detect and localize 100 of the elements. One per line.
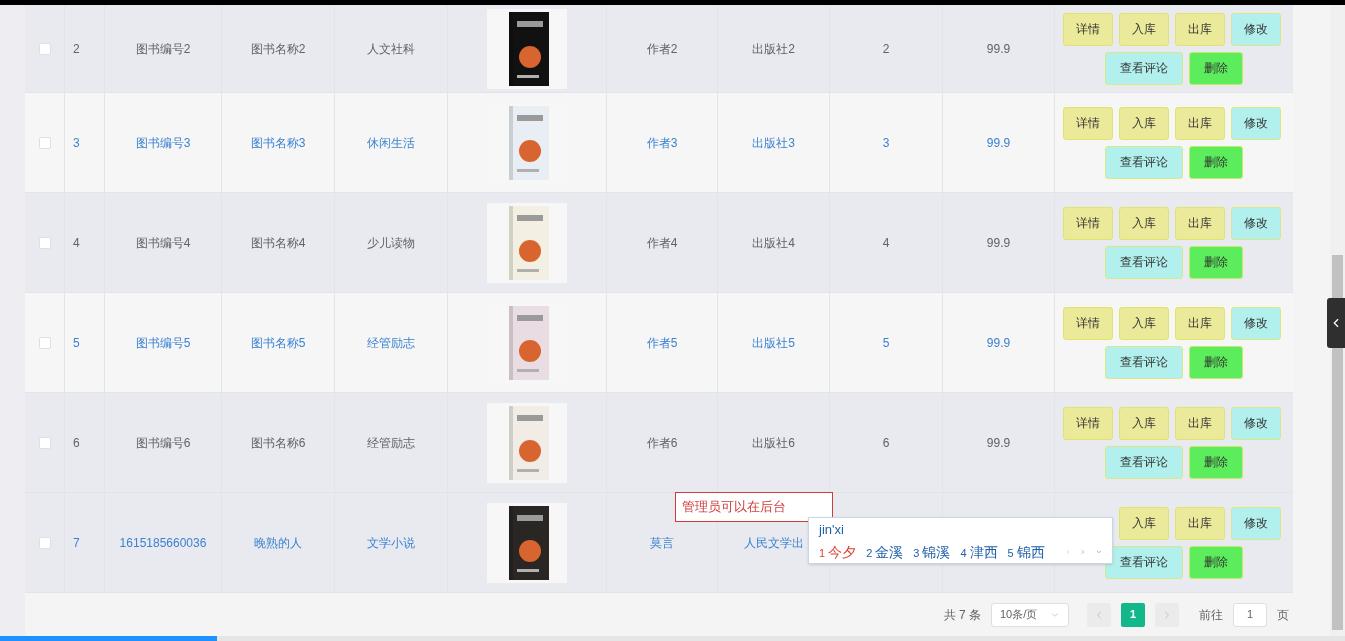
- ime-candidate[interactable]: 2 金溪: [866, 541, 904, 563]
- table-cell-text: 出版社6: [752, 434, 795, 452]
- table-cell-text: 人文社科: [367, 40, 415, 58]
- table-cell-text: 晚熟的人: [254, 534, 302, 552]
- table-cell-text: 6: [882, 434, 890, 452]
- table-cell-text: 3: [882, 134, 890, 152]
- table-cell-text: 图书名称3: [250, 134, 306, 152]
- row-checkbox[interactable]: [38, 42, 51, 55]
- table-cell-text: 2: [73, 40, 80, 58]
- action-button[interactable]: 修改: [1231, 506, 1281, 540]
- ime-candidate[interactable]: 1 今夕: [819, 541, 857, 563]
- action-button[interactable]: 查看评论: [1105, 545, 1183, 579]
- table-cell-text: 6: [73, 434, 80, 452]
- table-cell-text: 3: [73, 134, 80, 152]
- ime-candidate[interactable]: 4 津西: [960, 541, 998, 563]
- action-button[interactable]: 入库: [1119, 306, 1169, 340]
- action-button[interactable]: 修改: [1231, 12, 1281, 46]
- row-checkbox[interactable]: [38, 236, 51, 249]
- action-button[interactable]: 入库: [1119, 506, 1169, 540]
- table-cell-text: 莫言: [650, 534, 674, 552]
- action-button[interactable]: 删除: [1189, 245, 1243, 279]
- action-button[interactable]: 查看评论: [1105, 445, 1183, 479]
- table-cell-text: 经管励志: [367, 334, 415, 352]
- table-cell-text: 出版社4: [752, 234, 795, 252]
- table-cell-text: 5: [882, 334, 890, 352]
- action-button[interactable]: 删除: [1189, 345, 1243, 379]
- table-cell-text: 99.9: [986, 134, 1011, 152]
- row-checkbox[interactable]: [38, 136, 51, 149]
- collapse-tab[interactable]: [1327, 298, 1345, 348]
- action-button[interactable]: 详情: [1063, 206, 1113, 240]
- action-button[interactable]: 查看评论: [1105, 145, 1183, 179]
- table-cell-text: 图书名称5: [250, 334, 306, 352]
- goto-input[interactable]: 1: [1233, 602, 1267, 627]
- table-cell-text: 4: [73, 234, 80, 252]
- table-cell-text: 图书编号5: [135, 334, 191, 352]
- goto-label: 前往: [1199, 606, 1223, 624]
- table-cell-text: 2: [882, 40, 890, 58]
- ime-input-text: jin'xi: [819, 521, 844, 539]
- table-cell-text: 作者6: [646, 434, 678, 452]
- action-button[interactable]: 修改: [1231, 306, 1281, 340]
- action-button[interactable]: 出库: [1175, 406, 1225, 440]
- table-cell-text: 经管励志: [367, 434, 415, 452]
- table-cell-text: 出版社2: [752, 40, 795, 58]
- table-cell-text: 4: [882, 234, 890, 252]
- table-cell-text: 1615185660036: [119, 534, 207, 552]
- row-checkbox[interactable]: [38, 536, 51, 549]
- page-size-select[interactable]: 10条/页: [991, 602, 1069, 627]
- action-button[interactable]: 详情: [1063, 306, 1113, 340]
- table-cell-text: 作者2: [646, 40, 678, 58]
- table-cell-text: 图书编号2: [135, 40, 191, 58]
- table-cell-text: 人民文学出: [743, 534, 804, 552]
- table-cell-text: 图书名称6: [250, 434, 306, 452]
- row-checkbox[interactable]: [38, 436, 51, 449]
- action-button[interactable]: 入库: [1119, 106, 1169, 140]
- table-cell-text: 99.9: [986, 434, 1011, 452]
- action-button[interactable]: 出库: [1175, 12, 1225, 46]
- goto-suffix: 页: [1277, 606, 1289, 624]
- table-cell-text: 作者3: [646, 134, 678, 152]
- action-button[interactable]: 出库: [1175, 306, 1225, 340]
- action-button[interactable]: 入库: [1119, 406, 1169, 440]
- action-button[interactable]: 详情: [1063, 106, 1113, 140]
- action-button[interactable]: 修改: [1231, 206, 1281, 240]
- action-button[interactable]: 删除: [1189, 145, 1243, 179]
- table-cell-text: 图书编号6: [135, 434, 191, 452]
- action-button[interactable]: 出库: [1175, 506, 1225, 540]
- table-cell-text: 5: [73, 334, 80, 352]
- action-button[interactable]: 查看评论: [1105, 51, 1183, 85]
- table-cell-text: 图书名称2: [250, 40, 306, 58]
- action-button[interactable]: 删除: [1189, 51, 1243, 85]
- table-cell-text: 图书名称4: [250, 234, 306, 252]
- table-cell-text: 99.9: [986, 334, 1011, 352]
- table-cell-text: 文学小说: [367, 534, 415, 552]
- action-button[interactable]: 修改: [1231, 106, 1281, 140]
- action-button[interactable]: 出库: [1175, 106, 1225, 140]
- action-button[interactable]: 删除: [1189, 445, 1243, 479]
- table-cell-text: 休闲生活: [367, 134, 415, 152]
- action-button[interactable]: 入库: [1119, 206, 1169, 240]
- table-cell-text: 出版社5: [752, 334, 795, 352]
- table-cell-text: 作者4: [646, 234, 678, 252]
- table-cell-text: 7: [73, 534, 80, 552]
- next-page-button[interactable]: [1155, 602, 1179, 627]
- total-count: 共 7 条: [943, 606, 981, 624]
- table-cell-text: 99.9: [986, 234, 1011, 252]
- table-cell-text: 出版社3: [752, 134, 795, 152]
- action-button[interactable]: 入库: [1119, 12, 1169, 46]
- action-button[interactable]: 查看评论: [1105, 345, 1183, 379]
- row-checkbox[interactable]: [38, 336, 51, 349]
- table-cell-text: 99.9: [986, 40, 1011, 58]
- table-cell-text: 少儿读物: [367, 234, 415, 252]
- action-button[interactable]: 详情: [1063, 406, 1113, 440]
- action-button[interactable]: 查看评论: [1105, 245, 1183, 279]
- ime-candidate[interactable]: 5 锦西: [1007, 541, 1045, 563]
- table-cell-text: 图书编号3: [135, 134, 191, 152]
- action-button[interactable]: 删除: [1189, 545, 1243, 579]
- ime-candidate[interactable]: 3 锦溪: [913, 541, 951, 563]
- horizontal-scrollbar[interactable]: [0, 636, 1345, 641]
- prev-page-button[interactable]: [1087, 602, 1111, 627]
- action-button[interactable]: 出库: [1175, 206, 1225, 240]
- action-button[interactable]: 详情: [1063, 12, 1113, 46]
- action-button[interactable]: 修改: [1231, 406, 1281, 440]
